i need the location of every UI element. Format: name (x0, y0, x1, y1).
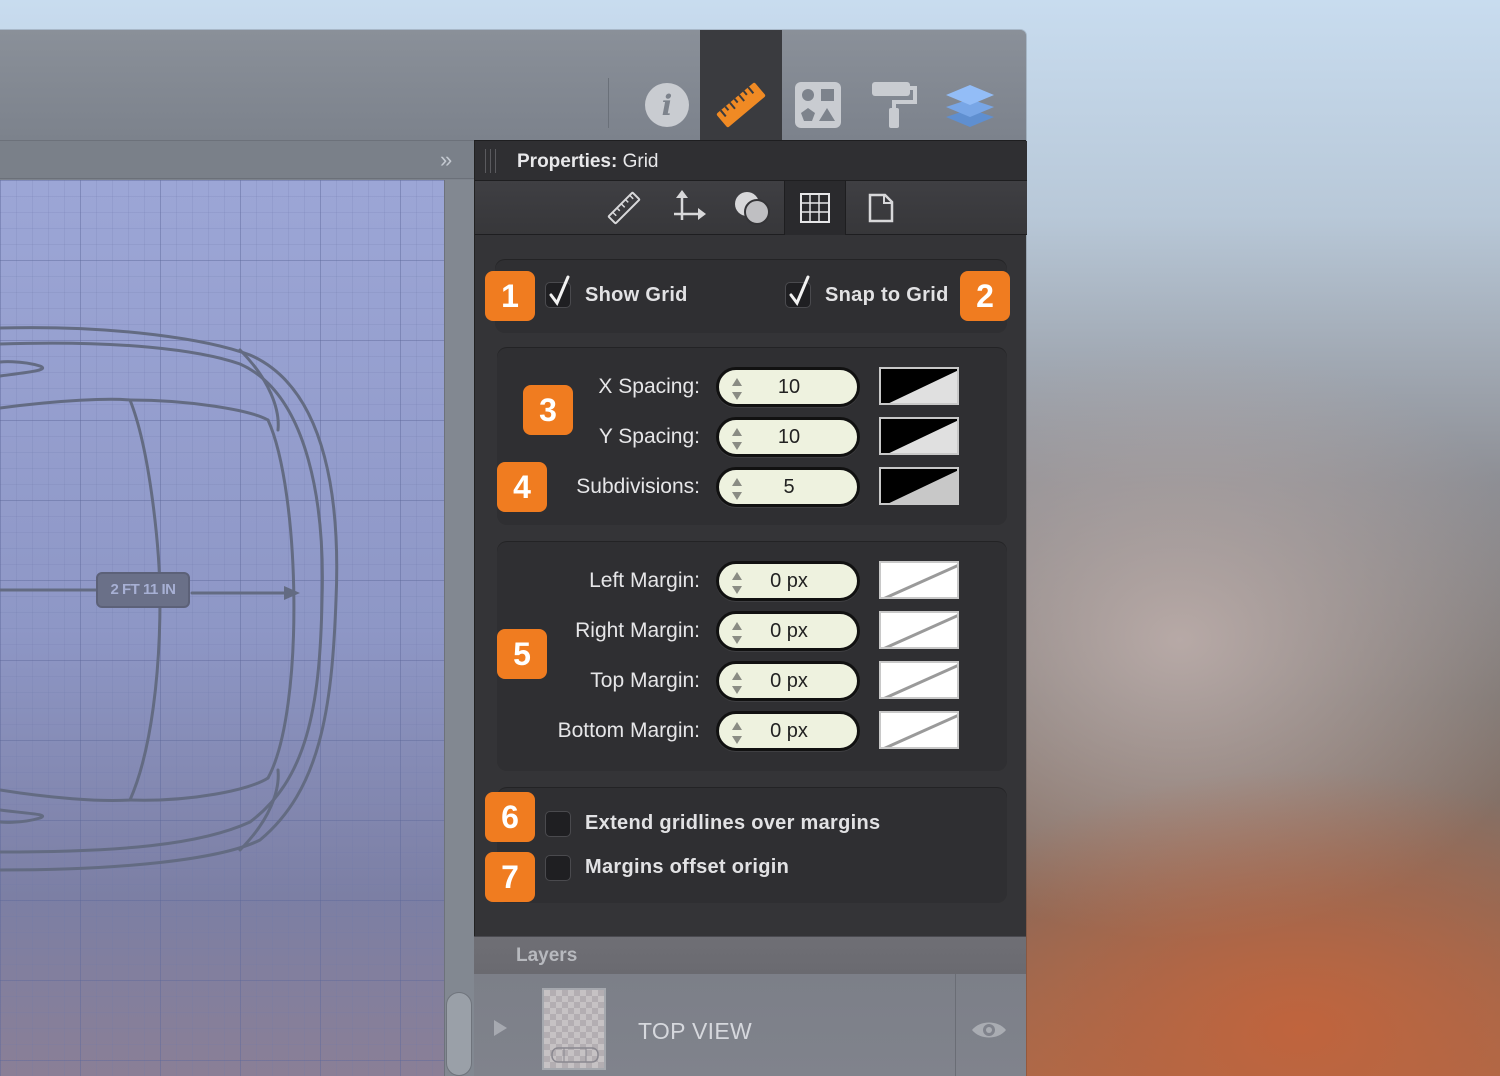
layers-icon (946, 84, 994, 127)
right-margin-label: Right Margin: (575, 619, 700, 642)
ruler-icon (716, 82, 766, 127)
layers-header: Layers (474, 936, 1026, 974)
no-color-swatch-icon (881, 713, 957, 747)
color-swatch-icon (881, 419, 957, 453)
snap-to-grid-label[interactable]: Snap to Grid (825, 284, 949, 307)
layer-thumbnail (542, 988, 606, 1070)
subtab-grid[interactable] (784, 181, 846, 235)
subdivisions-color-swatch[interactable] (879, 467, 959, 505)
no-color-swatch-icon (881, 563, 957, 597)
no-color-swatch-icon (881, 663, 957, 697)
no-color-swatch-icon (881, 613, 957, 647)
callout-badge-6: 6 (485, 792, 535, 842)
tab-ruler[interactable] (700, 30, 782, 141)
tab-shapes[interactable] (777, 30, 859, 141)
drag-grip[interactable] (485, 149, 499, 173)
top-margin-stepper[interactable]: 0 px (716, 661, 860, 701)
bottom-margin-value[interactable]: 0 px (719, 720, 857, 743)
callout-badge-2: 2 (960, 271, 1010, 321)
tab-style[interactable] (853, 30, 935, 141)
x-spacing-stepper[interactable]: 10 (716, 367, 860, 407)
panel-title-bold: Properties: (517, 151, 618, 172)
canvas-scroll-track[interactable] (444, 180, 474, 1076)
right-margin-stepper[interactable]: 0 px (716, 611, 860, 651)
y-spacing-value[interactable]: 10 (719, 426, 857, 449)
y-spacing-stepper[interactable]: 10 (716, 417, 860, 457)
subtab-document[interactable] (850, 181, 912, 235)
margin-options-group (497, 787, 1007, 903)
properties-panel: Properties: Grid 1 Show Grid Snap to Gri… (474, 140, 1027, 936)
right-margin-value[interactable]: 0 px (719, 620, 857, 643)
circles-icon (735, 192, 770, 225)
layer-divider (955, 974, 956, 1076)
y-spacing-label: Y Spacing: (598, 425, 700, 448)
checkmark-icon (549, 275, 570, 306)
checkmark-icon (789, 275, 810, 306)
grid-icon (800, 193, 830, 223)
color-swatch-icon (881, 369, 957, 403)
left-margin-color-swatch[interactable] (879, 561, 959, 599)
car-top-view-drawing (0, 326, 339, 872)
top-margin-label: Top Margin: (590, 669, 700, 692)
snap-to-grid-checkbox[interactable] (785, 275, 811, 308)
bottom-margin-stepper[interactable]: 0 px (716, 711, 860, 751)
x-spacing-label: X Spacing: (598, 375, 700, 398)
eye-icon[interactable] (970, 1018, 1008, 1042)
left-margin-stepper[interactable]: 0 px (716, 561, 860, 601)
panel-header: Properties: Grid (475, 141, 1027, 181)
top-margin-color-swatch[interactable] (879, 661, 959, 699)
dimension-label[interactable]: 2 FT 11 IN (96, 572, 190, 608)
layers-title: Layers (516, 945, 578, 966)
subdivisions-stepper[interactable]: 5 (716, 467, 860, 507)
show-grid-label[interactable]: Show Grid (585, 284, 688, 307)
car-thumbnail-icon (551, 1047, 599, 1063)
callout-badge-1: 1 (485, 271, 535, 321)
svg-text:i: i (662, 89, 673, 122)
layer-row[interactable]: TOP VIEW (474, 974, 1026, 1076)
x-spacing-value[interactable]: 10 (719, 376, 857, 399)
margins-offset-origin-checkbox[interactable] (545, 855, 571, 881)
y-spacing-color-swatch[interactable] (879, 417, 959, 455)
panel-title: Properties: Grid (517, 151, 659, 173)
subdivisions-value[interactable]: 5 (719, 476, 857, 499)
extend-gridlines-checkbox[interactable] (545, 811, 571, 837)
tab-layers[interactable] (929, 30, 1011, 141)
left-margin-value[interactable]: 0 px (719, 570, 857, 593)
property-subtabs (475, 181, 1027, 235)
left-margin-label: Left Margin: (589, 569, 700, 592)
extend-gridlines-label[interactable]: Extend gridlines over margins (585, 812, 880, 835)
subtab-boolean[interactable] (721, 181, 783, 235)
tab-info[interactable]: i (626, 30, 708, 141)
callout-badge-7: 7 (485, 852, 535, 902)
bottom-margin-color-swatch[interactable] (879, 711, 959, 749)
x-spacing-color-swatch[interactable] (879, 367, 959, 405)
right-margin-color-swatch[interactable] (879, 611, 959, 649)
move-anchor-icon (674, 190, 706, 220)
toolbar: i (0, 30, 1026, 141)
paint-roller-icon (872, 81, 917, 128)
subtab-transform[interactable] (657, 181, 719, 235)
toolbar-separator (608, 78, 609, 128)
canvas-scroll-knob[interactable] (446, 992, 472, 1076)
panel-title-rest: Grid (622, 151, 659, 172)
shapes-icon (795, 81, 841, 128)
subdivisions-label: Subdivisions: (576, 475, 700, 498)
page-icon (868, 193, 894, 223)
margins-offset-origin-label[interactable]: Margins offset origin (585, 856, 789, 879)
disclosure-triangle-icon[interactable] (494, 1020, 507, 1036)
info-icon: i (645, 82, 689, 127)
subtab-measure[interactable] (593, 181, 655, 235)
color-swatch-icon (881, 469, 957, 503)
show-grid-checkbox[interactable] (545, 275, 571, 308)
bottom-margin-label: Bottom Margin: (557, 719, 700, 742)
layer-name[interactable]: TOP VIEW (638, 1018, 752, 1045)
top-margin-value[interactable]: 0 px (719, 670, 857, 693)
ruler-icon (607, 191, 641, 225)
